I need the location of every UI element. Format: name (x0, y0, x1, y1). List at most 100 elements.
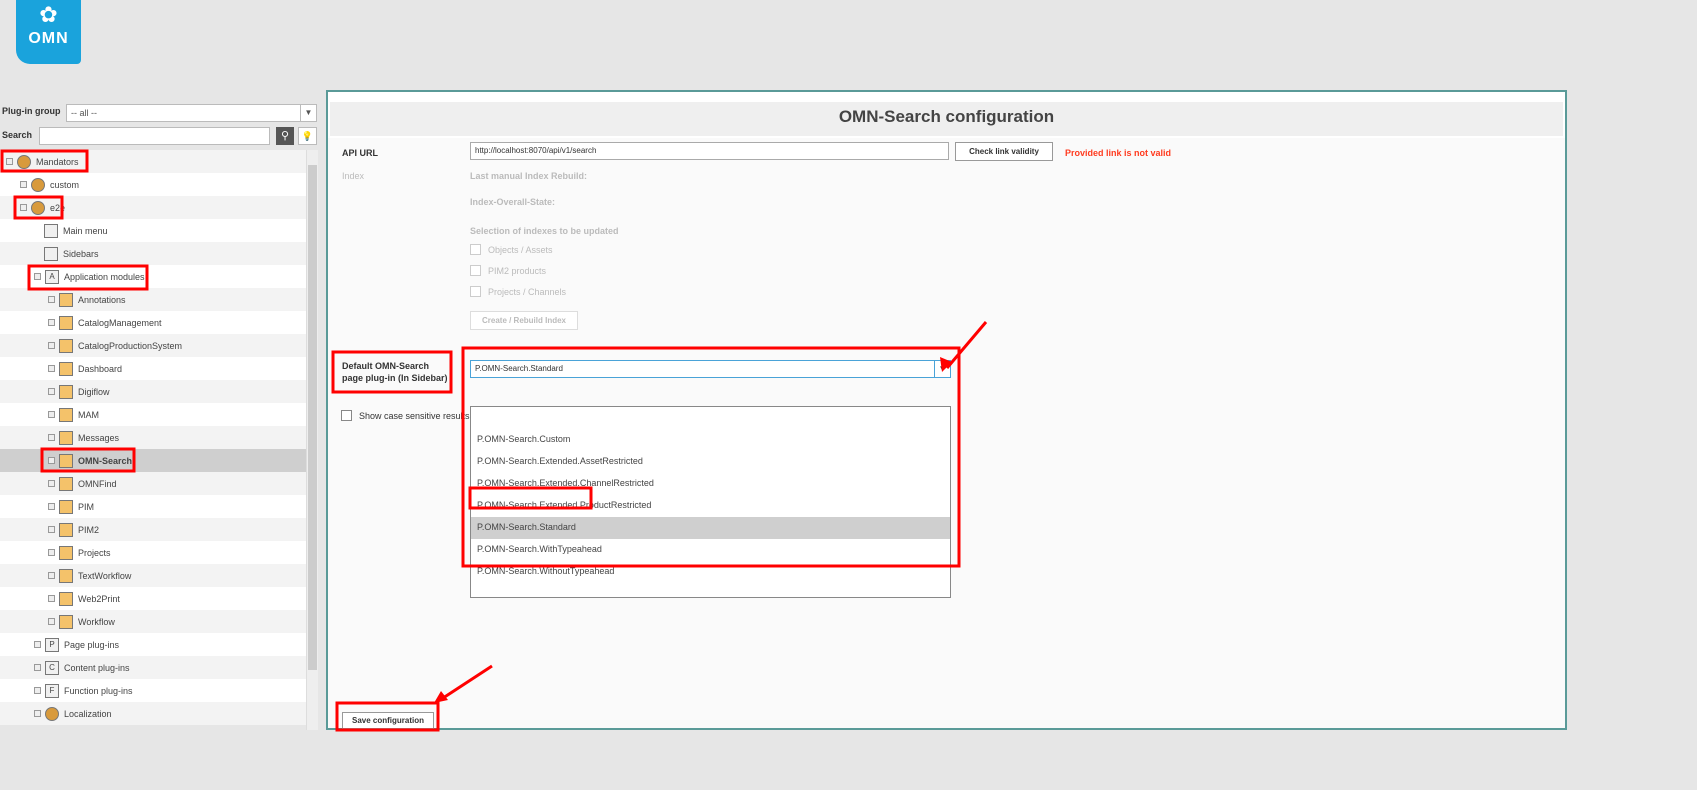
expand-toggle-icon[interactable] (48, 572, 55, 579)
expand-toggle-icon[interactable] (34, 273, 41, 280)
expand-toggle-icon[interactable] (48, 526, 55, 533)
tree-item[interactable]: A Application modules (0, 265, 306, 288)
expand-toggle-icon[interactable] (48, 319, 55, 326)
expand-toggle-icon[interactable] (48, 457, 55, 464)
chevron-down-icon[interactable]: ▼ (934, 361, 950, 377)
api-url-input[interactable]: http://localhost:8070/api/v1/search (470, 142, 949, 160)
tree-item[interactable]: CatalogManagement (0, 311, 306, 334)
plugin-icon (59, 591, 73, 606)
dropdown-option[interactable]: P.OMN-Search.Extended.AssetRestricted (471, 451, 950, 473)
tree-item[interactable]: Workflow (0, 610, 306, 633)
tree-item-label: TextWorkflow (78, 570, 132, 581)
dropdown-option[interactable] (471, 407, 950, 429)
expand-toggle-icon[interactable] (20, 204, 27, 211)
plugin-icon (59, 430, 73, 445)
tree-item[interactable]: Localization (0, 702, 306, 725)
tree-item-label: Mandators (36, 156, 79, 167)
tree-item-label: Digiflow (78, 386, 110, 397)
dropdown-option[interactable]: P.OMN-Search.WithTypeahead (471, 539, 950, 561)
api-url-label: API URL (342, 148, 378, 158)
index-option-label: Objects / Assets (488, 245, 553, 255)
dropdown-option[interactable]: P.OMN-Search.Extended.ChannelRestricted (471, 473, 950, 495)
dropdown-option[interactable]: P.OMN-Search.Extended.ProductRestricted (471, 495, 950, 517)
tree-item-label: OMNFind (78, 478, 117, 489)
tree-item[interactable]: Main menu (0, 219, 306, 242)
tree-item-label: Content plug-ins (64, 662, 130, 673)
scrollbar-thumb[interactable] (308, 165, 317, 670)
search-label: Search (2, 130, 33, 140)
tree-item[interactable]: OMNFind (0, 472, 306, 495)
expand-toggle-icon[interactable] (34, 687, 41, 694)
tree-item[interactable]: PIM2 (0, 518, 306, 541)
dropdown-option[interactable]: P.OMN-Search.WithoutTypeahead (471, 561, 950, 583)
chevron-down-icon[interactable]: ▼ (300, 105, 316, 121)
expand-toggle-icon[interactable] (48, 434, 55, 441)
checkbox-projects[interactable] (470, 286, 481, 297)
expand-toggle-icon[interactable] (48, 365, 55, 372)
case-sensitive-checkbox[interactable] (341, 410, 352, 421)
tree-item[interactable]: P Page plug-ins (0, 633, 306, 656)
search-icon[interactable]: ⚲ (276, 127, 294, 145)
expand-toggle-icon[interactable] (20, 181, 27, 188)
mandator-icon (31, 200, 45, 215)
tree-item-label: Page plug-ins (64, 639, 120, 650)
checkbox-objects[interactable] (470, 244, 481, 255)
tree-item-label: Function plug-ins (64, 685, 133, 696)
search-input[interactable] (39, 127, 270, 145)
expand-toggle-icon[interactable] (6, 158, 13, 165)
save-configuration-button[interactable]: Save configuration (342, 712, 434, 729)
tree-item[interactable]: C Content plug-ins (0, 656, 306, 679)
module-a-icon: A (45, 269, 59, 284)
tree-item[interactable]: Web2Print (0, 587, 306, 610)
expand-toggle-icon[interactable] (48, 342, 55, 349)
expand-toggle-icon[interactable] (48, 595, 55, 602)
expand-toggle-icon[interactable] (48, 480, 55, 487)
plugin-icon (59, 338, 73, 353)
menu-icon (44, 223, 58, 238)
panel-splitter[interactable] (318, 100, 326, 730)
tree-item-label: Application modules (64, 271, 145, 282)
expand-toggle-icon[interactable] (48, 618, 55, 625)
tree-item[interactable]: OMN-Search (0, 449, 306, 472)
link-error-message: Provided link is not valid (1065, 148, 1172, 158)
expand-toggle-icon[interactable] (48, 503, 55, 510)
select-value: P.OMN-Search.Standard (475, 364, 563, 373)
expand-toggle-icon[interactable] (34, 641, 41, 648)
tree-item[interactable]: Mandators (0, 150, 306, 173)
tree-scrollbar[interactable] (306, 150, 318, 730)
dropdown-option[interactable]: P.OMN-Search.Custom (471, 429, 950, 451)
dropdown-option[interactable]: P.OMN-Search.Standard (471, 517, 950, 539)
expand-toggle-icon[interactable] (48, 388, 55, 395)
tree-item[interactable]: Annotations (0, 288, 306, 311)
expand-toggle-icon[interactable] (48, 549, 55, 556)
lightbulb-icon[interactable]: 💡 (298, 127, 317, 145)
tree-item[interactable]: Projects (0, 541, 306, 564)
expand-toggle-icon[interactable] (34, 710, 41, 717)
tree-item[interactable]: Digiflow (0, 380, 306, 403)
expand-toggle-icon[interactable] (34, 664, 41, 671)
tree-item[interactable]: MAM (0, 403, 306, 426)
tree-item[interactable]: Sidebars (0, 242, 306, 265)
selection-label: Selection of indexes to be updated (470, 226, 619, 236)
tree-item-label: Localization (64, 708, 112, 719)
rebuild-index-button[interactable]: Create / Rebuild Index (470, 311, 578, 330)
tree-item[interactable]: TextWorkflow (0, 564, 306, 587)
label-line: page plug-in (In Sidebar) (342, 373, 448, 383)
expand-toggle-icon[interactable] (48, 296, 55, 303)
expand-toggle-icon[interactable] (48, 411, 55, 418)
tree-item[interactable]: custom (0, 173, 306, 196)
tree-item[interactable]: e2e (0, 196, 306, 219)
plugin-icon (59, 545, 73, 560)
tree-item[interactable]: F Function plug-ins (0, 679, 306, 702)
tree-item-label: Messages (78, 432, 120, 443)
tree-item[interactable]: Messages (0, 426, 306, 449)
tree-item[interactable]: PIM (0, 495, 306, 518)
tree-item[interactable]: Dashboard (0, 357, 306, 380)
plugin-group-select[interactable]: -- all -- ▼ (66, 104, 317, 122)
tree-item[interactable]: CatalogProductionSystem (0, 334, 306, 357)
config-panel: OMN-Search configuration API URL http://… (326, 90, 1567, 730)
check-link-validity-button[interactable]: Check link validity (955, 142, 1053, 161)
default-plugin-select[interactable]: P.OMN-Search.Standard ▼ (470, 360, 951, 378)
checkbox-pim2[interactable] (470, 265, 481, 276)
tree-item-label: custom (50, 179, 80, 190)
